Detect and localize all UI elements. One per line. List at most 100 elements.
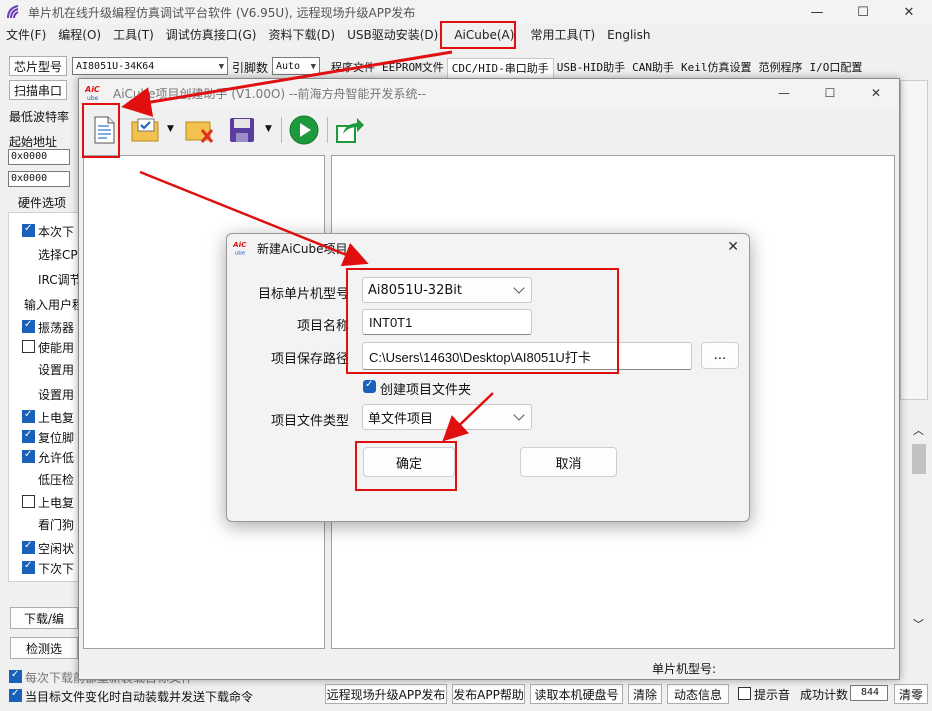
tab-io-config[interactable]: I/O口配置: [805, 58, 866, 78]
success-count-label: 成功计数: [800, 688, 849, 702]
chevron-down-icon: ▼: [218, 62, 224, 72]
hardware-options-tab[interactable]: 硬件选项: [18, 194, 66, 211]
tab-program-file[interactable]: 程序文件: [325, 58, 379, 78]
svg-text:AiC: AiC: [233, 240, 247, 249]
menu-tools[interactable]: 工具(T): [107, 24, 160, 46]
remote-upgrade-publish-button[interactable]: 远程现场升级APP发布: [325, 684, 447, 704]
mcu-type-label: 单片机型号:: [652, 662, 717, 676]
hw-option-checkbox[interactable]: [22, 409, 35, 423]
aicube-logo-icon: AiC ube: [85, 85, 100, 102]
browse-button[interactable]: ...: [701, 342, 739, 369]
hw-option-checkbox[interactable]: [22, 560, 35, 574]
tab-can[interactable]: CAN助手: [628, 58, 678, 78]
ok-button[interactable]: 确定: [363, 447, 455, 477]
start-address-input-2[interactable]: 0x0000: [8, 171, 70, 187]
close-icon[interactable]: ✕: [853, 79, 899, 107]
success-count-value: 844: [850, 685, 888, 701]
chevron-down-icon[interactable]: ﹀: [913, 616, 924, 632]
menu-common-tools[interactable]: 常用工具(T): [524, 24, 601, 46]
open-project-icon[interactable]: [129, 113, 163, 147]
dynamic-info-button[interactable]: 动态信息: [667, 684, 729, 704]
tab-examples[interactable]: 范例程序: [754, 58, 806, 78]
hw-option-label: 上电复: [38, 496, 75, 510]
minimize-icon[interactable]: —: [794, 0, 840, 24]
menu-program[interactable]: 编程(O): [52, 24, 107, 46]
pin-count-value: Auto: [276, 60, 301, 72]
project-name-label: 项目名称: [296, 319, 349, 334]
save-path-label: 项目保存路径: [270, 352, 349, 367]
start-address-input-1[interactable]: 0x0000: [8, 149, 70, 165]
aicube-toolbar: ▼ ▼: [79, 109, 899, 151]
hw-option-label: 空闲状: [38, 542, 75, 556]
menu-file[interactable]: 文件(F): [0, 24, 52, 46]
target-mcu-select[interactable]: Ai8051U-32Bit: [362, 277, 532, 303]
run-icon[interactable]: [287, 113, 321, 147]
read-disk-id-button[interactable]: 读取本机硬盘号: [530, 684, 623, 704]
download-program-button[interactable]: 下载/编: [10, 607, 78, 629]
auto-send-label: 当目标文件变化时自动装载并发送下载命令: [25, 690, 254, 704]
cancel-button[interactable]: 取消: [520, 447, 617, 477]
chevron-down-icon[interactable]: ▼: [167, 124, 174, 134]
tab-keil-sim[interactable]: Keil仿真设置: [677, 58, 756, 78]
scan-port-button[interactable]: 扫描串口: [9, 80, 67, 100]
minimize-icon[interactable]: —: [761, 79, 807, 107]
main-menu-bar: 文件(F) 编程(O) 工具(T) 调试仿真接口(G) 资料下载(D) USB驱…: [0, 24, 932, 46]
scrollbar-thumb[interactable]: [912, 444, 926, 474]
hw-option-checkbox[interactable]: [22, 495, 35, 508]
detect-button[interactable]: 检测选: [10, 637, 78, 659]
toolbar-separator: [327, 117, 328, 143]
menu-download[interactable]: 资料下载(D): [262, 24, 341, 46]
maximize-icon[interactable]: ☐: [840, 0, 886, 24]
svg-text:ube: ube: [235, 250, 246, 256]
close-icon[interactable]: ✕: [727, 239, 739, 255]
file-type-select[interactable]: 单文件项目: [362, 404, 532, 430]
export-icon[interactable]: [333, 113, 367, 147]
hw-option-checkbox[interactable]: [22, 449, 35, 463]
hw-option-checkbox[interactable]: [22, 319, 35, 333]
chevron-down-icon[interactable]: ▼: [265, 124, 272, 134]
main-right-panel: [900, 80, 928, 400]
hw-option-checkbox[interactable]: [22, 540, 35, 554]
menu-usb-driver[interactable]: USB驱动安装(D): [341, 24, 444, 46]
close-project-icon[interactable]: [183, 113, 217, 147]
chip-type-button[interactable]: 芯片型号: [9, 56, 67, 76]
main-scrollbar[interactable]: ︿ ﹀: [910, 420, 928, 635]
chip-type-select[interactable]: AI8051U-34K64 ▼: [72, 57, 228, 75]
hw-option-label: 允许低: [38, 451, 75, 465]
tab-cdc-hid-serial[interactable]: CDC/HID-串口助手: [446, 58, 554, 78]
project-name-input[interactable]: INT0T1: [362, 309, 532, 335]
hw-option-checkbox[interactable]: [22, 429, 35, 443]
menu-english[interactable]: English: [601, 24, 656, 46]
close-icon[interactable]: ✕: [886, 0, 932, 24]
hw-option-label: 振荡器: [38, 321, 75, 335]
new-project-icon[interactable]: [87, 113, 121, 147]
chevron-up-icon[interactable]: ︿: [913, 422, 924, 438]
clear-button[interactable]: 清除: [628, 684, 662, 704]
hw-option-label: 本次下: [38, 225, 75, 239]
maximize-icon[interactable]: ☐: [807, 79, 853, 107]
hw-option-checkbox[interactable]: [22, 340, 35, 353]
save-icon[interactable]: [225, 113, 259, 147]
auto-send-checkbox[interactable]: [9, 688, 22, 702]
auto-reload-checkbox[interactable]: [9, 669, 22, 683]
svg-text:AiC: AiC: [85, 85, 100, 94]
aicube-status-bar: 单片机型号:: [79, 651, 899, 679]
tab-usb-hid[interactable]: USB-HID助手: [553, 58, 629, 78]
pin-count-select[interactable]: Auto ▼: [272, 57, 320, 75]
aicube-window-title: AiCube项目创建助手 (V1.00O) --前海方舟智能开发系统--: [113, 86, 427, 101]
main-tab-strip: 程序文件 EEPROM文件 CDC/HID-串口助手 USB-HID助手 CAN…: [325, 58, 865, 78]
aicube-title-bar: AiC ube AiCube项目创建助手 (V1.00O) --前海方舟智能开发…: [79, 79, 899, 107]
chevron-down-icon: [513, 282, 525, 294]
start-address-label: 起始地址: [9, 135, 58, 149]
menu-debug[interactable]: 调试仿真接口(G): [160, 24, 263, 46]
app-logo-icon: [7, 5, 19, 19]
tab-eeprom-file[interactable]: EEPROM文件: [378, 58, 448, 78]
publish-app-help-button[interactable]: 发布APP帮助: [452, 684, 525, 704]
reset-count-button[interactable]: 清零: [894, 684, 928, 704]
create-folder-checkbox[interactable]: [363, 379, 376, 393]
hw-option-checkbox[interactable]: [22, 223, 35, 237]
beep-checkbox[interactable]: [738, 687, 751, 700]
menu-aicube[interactable]: AiCube(A): [448, 24, 520, 46]
file-type-label: 项目文件类型: [270, 414, 349, 429]
save-path-input[interactable]: C:\Users\14630\Desktop\AI8051U打卡: [362, 342, 692, 370]
